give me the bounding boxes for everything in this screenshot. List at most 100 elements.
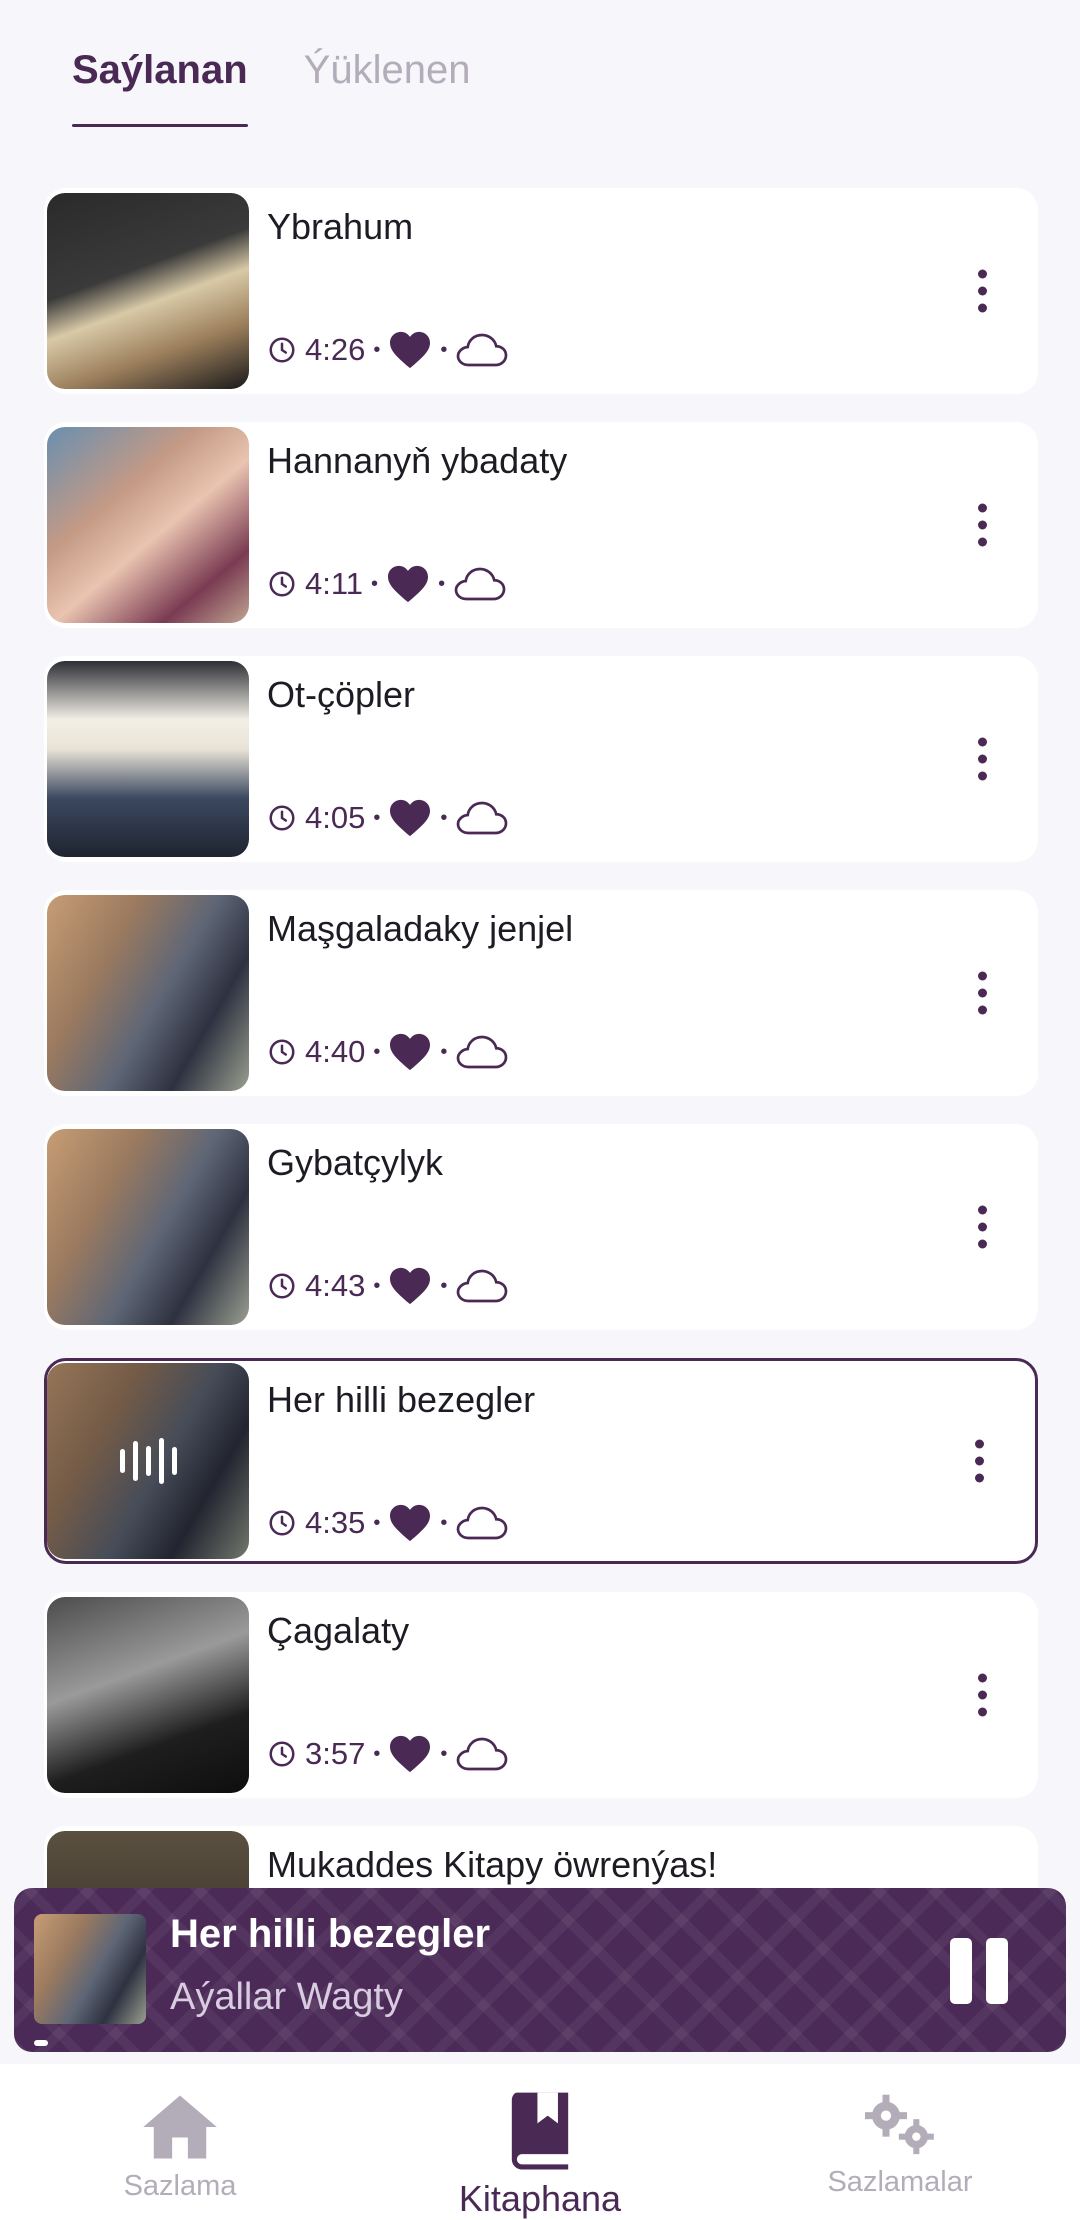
track-meta: 4:05 • • bbox=[267, 798, 509, 838]
heart-icon[interactable] bbox=[386, 564, 430, 604]
player-subtitle: Aýallar Wagty bbox=[170, 1976, 403, 2018]
book-bookmark-icon bbox=[511, 2092, 569, 2170]
nav-label-settings: Sazlamalar bbox=[827, 2166, 973, 2198]
clock-icon bbox=[269, 1510, 295, 1536]
meta-separator: • bbox=[373, 1274, 381, 1297]
heart-icon[interactable] bbox=[388, 1503, 432, 1543]
more-options-icon[interactable] bbox=[976, 737, 988, 781]
track-info: Hannanyň ybadaty 4:11 • • bbox=[249, 422, 1038, 628]
track-title: Ot-çöpler bbox=[267, 674, 416, 715]
track-duration: 4:43 bbox=[305, 1268, 366, 1303]
cloud-icon[interactable] bbox=[455, 332, 509, 368]
track-thumbnail bbox=[47, 193, 249, 389]
track-thumbnail bbox=[47, 1597, 249, 1793]
track-duration: 3:57 bbox=[305, 1736, 366, 1771]
pause-icon[interactable] bbox=[950, 1938, 1008, 2004]
meta-separator: • bbox=[373, 1040, 381, 1063]
track-thumbnail bbox=[47, 661, 249, 857]
track-thumbnail bbox=[47, 895, 249, 1091]
track-duration: 4:05 bbox=[305, 800, 366, 835]
nav-item-home[interactable]: Sazlama bbox=[0, 2064, 360, 2220]
meta-separator: • bbox=[440, 1274, 448, 1297]
player-progress-bar[interactable] bbox=[34, 2040, 48, 2046]
track-info: Ot-çöpler 4:05 • • bbox=[249, 656, 1038, 862]
tab-selected[interactable]: Saýlanan bbox=[72, 48, 248, 127]
more-options-icon[interactable] bbox=[976, 503, 988, 547]
track-card[interactable]: Ot-çöpler 4:05 • • bbox=[44, 656, 1038, 862]
meta-separator: • bbox=[440, 806, 448, 829]
clock-icon bbox=[269, 1039, 295, 1065]
nav-label-home: Sazlama bbox=[123, 2170, 237, 2202]
tab-downloaded[interactable]: Ýüklenen bbox=[304, 48, 471, 127]
track-duration: 4:40 bbox=[305, 1034, 366, 1069]
cloud-icon[interactable] bbox=[455, 800, 509, 836]
nav-item-library[interactable]: Kitaphana bbox=[360, 2064, 720, 2220]
track-info: Her hilli bezegler 4:35 • • bbox=[249, 1361, 1035, 1561]
audio-wave-icon bbox=[47, 1363, 249, 1559]
track-card-playing[interactable]: Her hilli bezegler 4:35 • • bbox=[44, 1358, 1038, 1564]
track-title: Her hilli bezegler bbox=[267, 1379, 536, 1420]
heart-icon[interactable] bbox=[388, 1266, 432, 1306]
meta-separator: • bbox=[440, 1040, 448, 1063]
meta-separator: • bbox=[373, 338, 381, 361]
track-card[interactable]: Çagalaty 3:57 • • bbox=[44, 1592, 1038, 1798]
more-options-icon[interactable] bbox=[976, 269, 988, 313]
track-card[interactable]: Gybatçylyk 4:43 • • bbox=[44, 1124, 1038, 1330]
heart-icon[interactable] bbox=[388, 330, 432, 370]
more-options-icon[interactable] bbox=[976, 971, 988, 1015]
more-options-icon[interactable] bbox=[976, 1673, 988, 1717]
meta-separator: • bbox=[373, 1742, 381, 1765]
heart-icon[interactable] bbox=[388, 798, 432, 838]
clock-icon bbox=[269, 337, 295, 363]
track-card[interactable]: Ybrahum 4:26 • • bbox=[44, 188, 1038, 394]
meta-separator: • bbox=[440, 338, 448, 361]
track-title: Hannanyň ybadaty bbox=[267, 440, 568, 481]
nav-label-library: Kitaphana bbox=[458, 2178, 622, 2219]
track-thumbnail bbox=[47, 1363, 249, 1559]
mini-player[interactable]: Her hilli bezegler Aýallar Wagty bbox=[14, 1888, 1066, 2052]
track-thumbnail bbox=[47, 1129, 249, 1325]
meta-separator: • bbox=[438, 572, 446, 595]
player-title: Her hilli bezegler bbox=[170, 1912, 491, 1956]
library-tabs: Saýlanan Ýüklenen bbox=[72, 48, 470, 127]
more-options-icon[interactable] bbox=[976, 1205, 988, 1249]
track-meta: 4:35 • • bbox=[267, 1503, 509, 1543]
track-title: Gybatçylyk bbox=[267, 1142, 444, 1183]
track-meta: 4:43 • • bbox=[267, 1266, 509, 1306]
meta-separator: • bbox=[373, 1511, 381, 1534]
track-list: Ybrahum 4:26 • • Hannanyň ybadaty 4:11 •… bbox=[44, 188, 1038, 2060]
track-info: Maşgaladaky jenjel 4:40 • • bbox=[249, 890, 1038, 1096]
track-title: Mukaddes Kitapy öwrenýas! bbox=[267, 1844, 718, 1885]
track-card[interactable]: Maşgaladaky jenjel 4:40 • • bbox=[44, 890, 1038, 1096]
track-title: Maşgaladaky jenjel bbox=[267, 908, 574, 949]
player-thumbnail bbox=[34, 1914, 146, 2024]
track-meta: 4:40 • • bbox=[267, 1032, 509, 1072]
track-info: Çagalaty 3:57 • • bbox=[249, 1592, 1038, 1798]
track-duration: 4:11 bbox=[305, 566, 364, 601]
track-info: Gybatçylyk 4:43 • • bbox=[249, 1124, 1038, 1330]
more-options-icon[interactable] bbox=[973, 1439, 985, 1483]
track-meta: 4:26 • • bbox=[267, 330, 509, 370]
track-meta: 3:57 • • bbox=[267, 1734, 509, 1774]
heart-icon[interactable] bbox=[388, 1734, 432, 1774]
track-card[interactable]: Hannanyň ybadaty 4:11 • • bbox=[44, 422, 1038, 628]
heart-icon[interactable] bbox=[388, 1032, 432, 1072]
nav-item-settings[interactable]: Sazlamalar bbox=[720, 2064, 1080, 2220]
clock-icon bbox=[269, 805, 295, 831]
track-duration: 4:35 bbox=[305, 1505, 366, 1540]
cloud-icon[interactable] bbox=[455, 1736, 509, 1772]
track-thumbnail bbox=[47, 427, 249, 623]
cloud-icon[interactable] bbox=[455, 1268, 509, 1304]
library-screen: Saýlanan Ýüklenen Ybrahum 4:26 • • Hanna… bbox=[0, 0, 1080, 2220]
meta-separator: • bbox=[440, 1511, 448, 1534]
gears-icon bbox=[865, 2094, 934, 2155]
track-meta: 4:11 • • bbox=[267, 564, 507, 604]
cloud-icon[interactable] bbox=[453, 566, 507, 602]
cloud-icon[interactable] bbox=[455, 1034, 509, 1070]
track-duration: 4:26 bbox=[305, 332, 366, 367]
track-info: Ybrahum 4:26 • • bbox=[249, 188, 1038, 394]
meta-separator: • bbox=[440, 1742, 448, 1765]
track-title: Çagalaty bbox=[267, 1610, 410, 1651]
clock-icon bbox=[269, 1741, 295, 1767]
cloud-icon[interactable] bbox=[455, 1505, 509, 1541]
